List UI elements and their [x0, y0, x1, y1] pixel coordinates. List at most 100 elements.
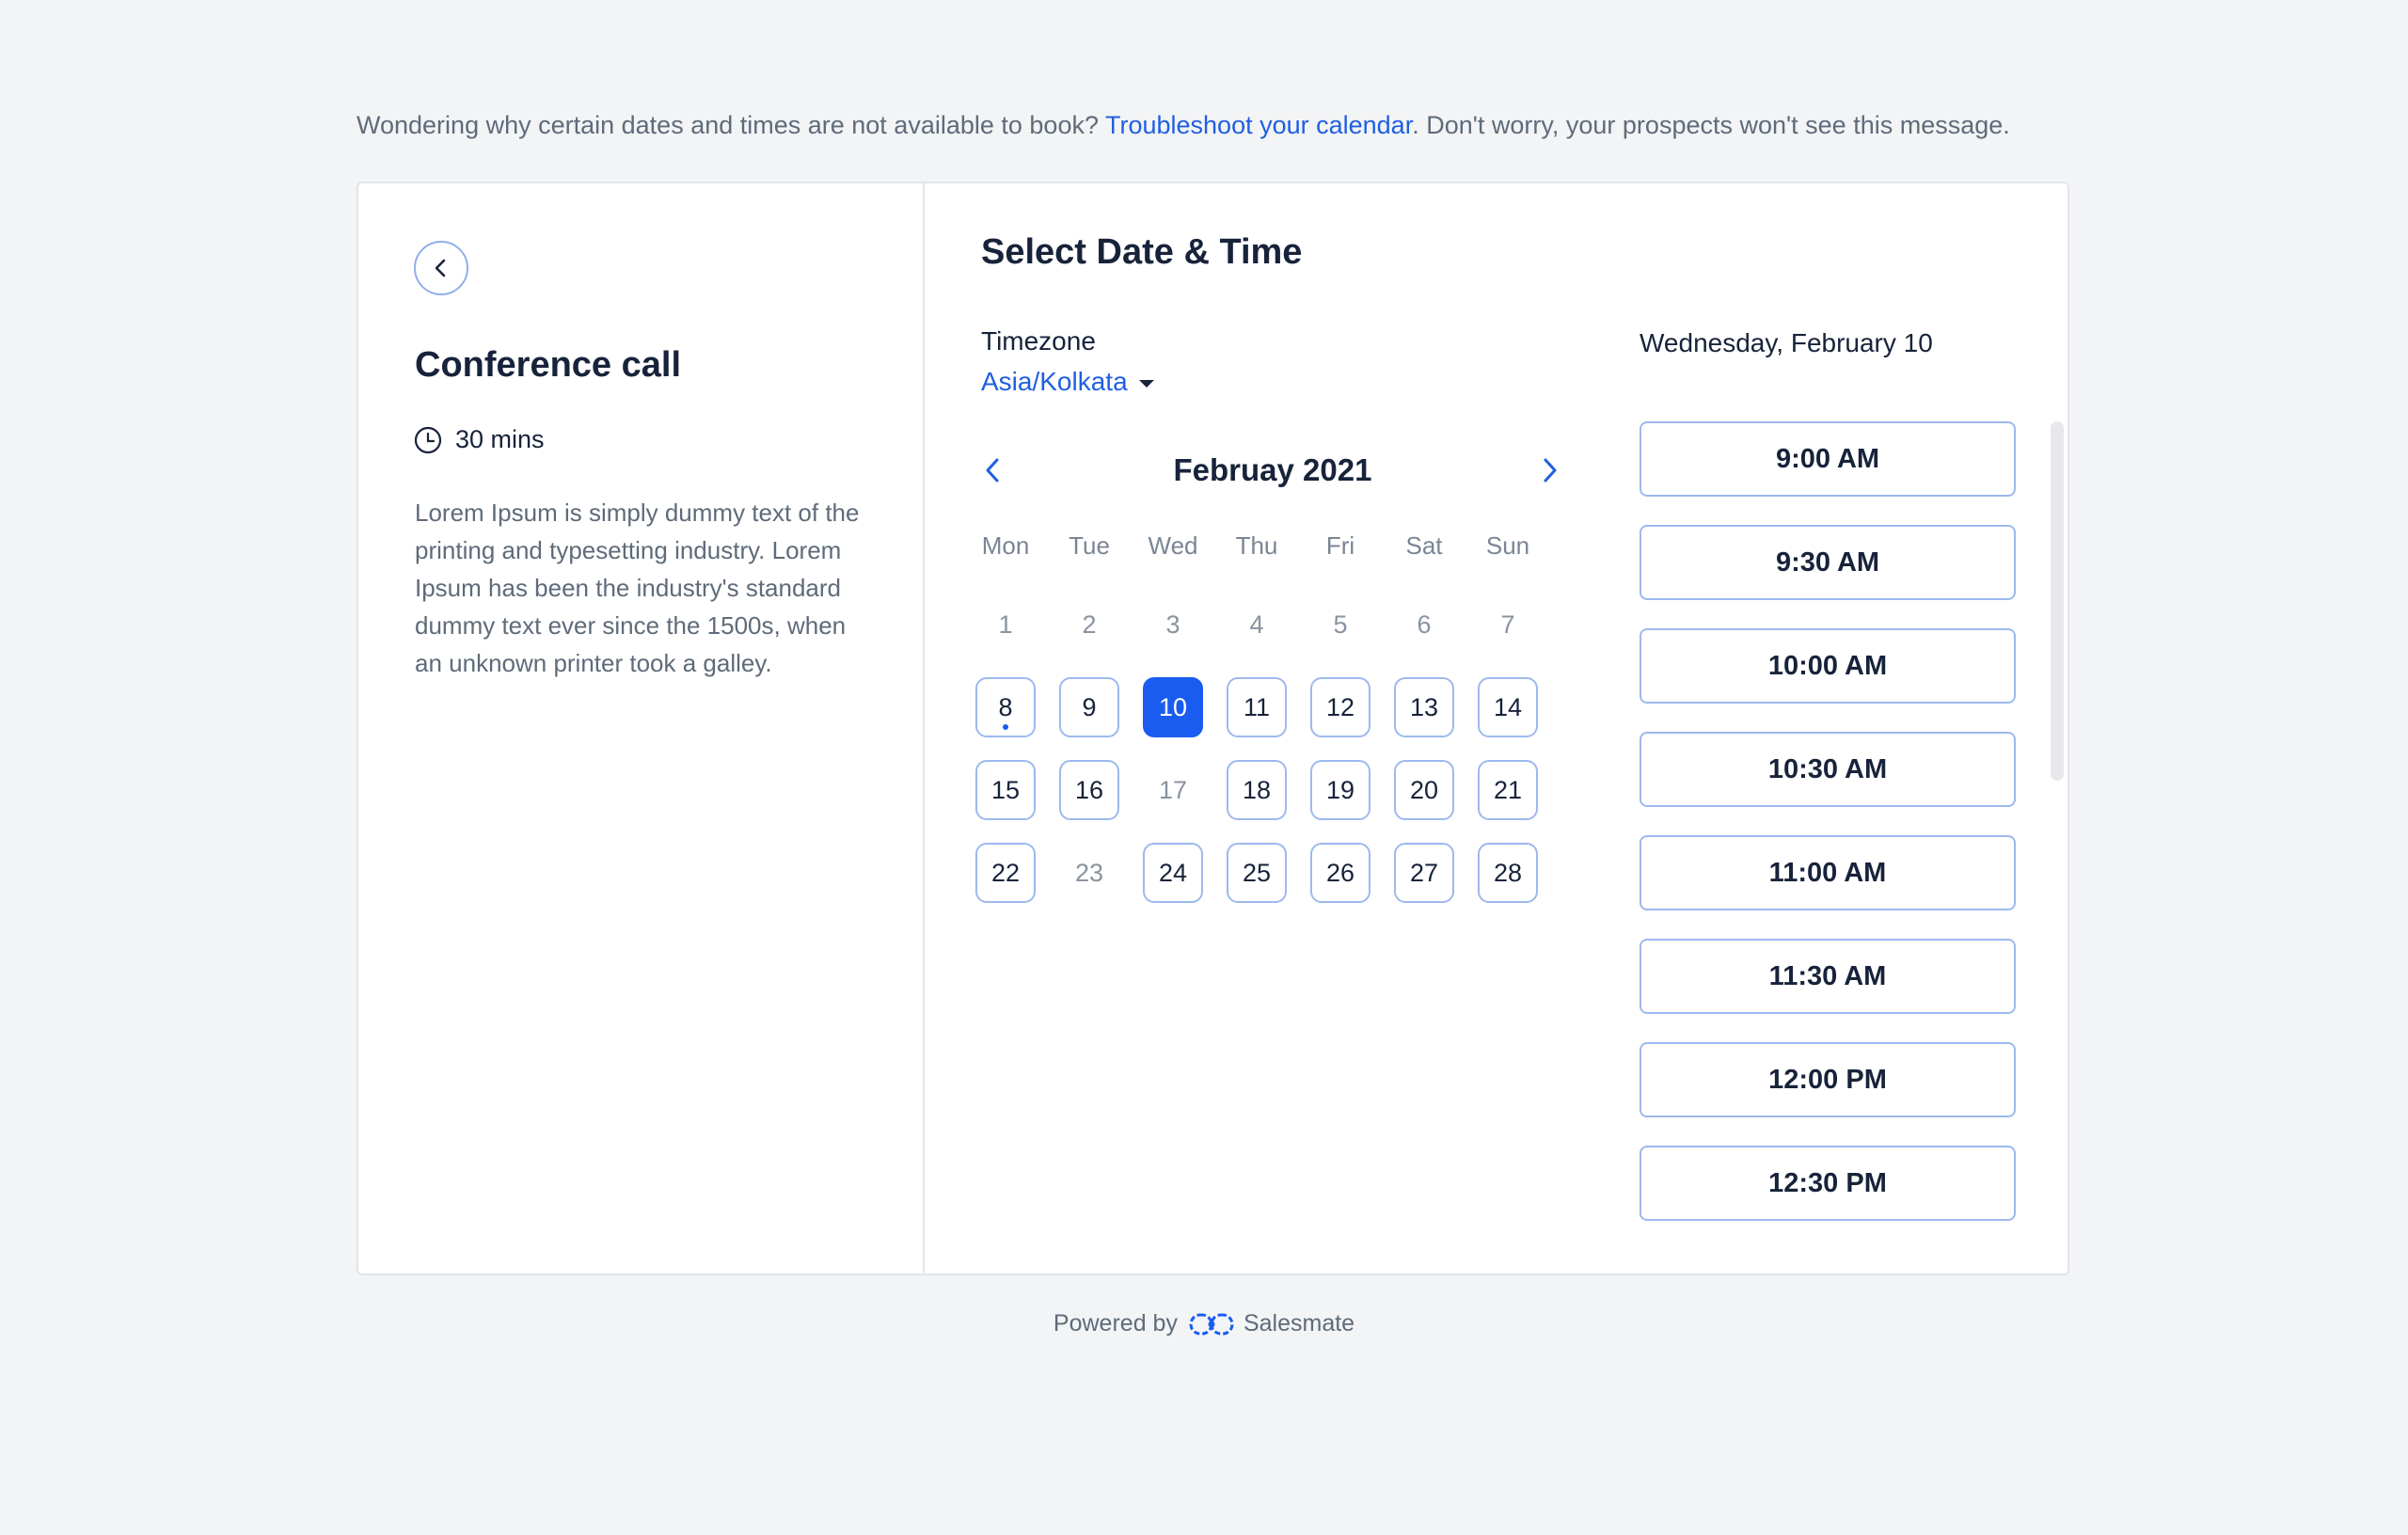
calendar-day-20[interactable]: 20 — [1394, 760, 1454, 820]
salesmate-brand[interactable]: Salesmate — [1189, 1310, 1354, 1337]
chevron-left-icon — [435, 259, 446, 277]
day-number: 19 — [1325, 775, 1355, 804]
notice-text-end: . Don't worry, your prospects won't see … — [1412, 111, 2010, 139]
time-slot-button[interactable]: 9:30 AM — [1640, 525, 2016, 600]
day-number: 25 — [1242, 858, 1272, 887]
calendar-day-15[interactable]: 15 — [975, 760, 1036, 820]
time-slot-button[interactable]: 11:00 AM — [1640, 835, 2016, 910]
calendar-day-14[interactable]: 14 — [1478, 677, 1538, 737]
day-number: 13 — [1409, 692, 1439, 721]
weekday-label: Wed — [1148, 531, 1198, 560]
calendar-day-3: 3 — [1143, 594, 1203, 655]
day-number: 15 — [990, 775, 1021, 804]
event-description: Lorem Ipsum is simply dummy text of the … — [415, 498, 860, 677]
calendar-day-22[interactable]: 22 — [975, 843, 1036, 903]
back-button[interactable] — [414, 241, 468, 295]
day-number: 28 — [1493, 858, 1523, 887]
calendar-day-18[interactable]: 18 — [1227, 760, 1287, 820]
time-slot-button[interactable]: 10:00 AM — [1640, 628, 2016, 704]
time-slot-button[interactable]: 11:30 AM — [1640, 939, 2016, 1014]
panel-divider — [923, 183, 925, 1274]
timezone-label: Timezone — [981, 326, 1096, 356]
weekday-label: Mon — [981, 531, 1030, 560]
weekday-label: Thu — [1235, 531, 1278, 560]
calendar-day-10[interactable]: 10 — [1143, 677, 1203, 737]
footer: Powered by Salesmate — [0, 1310, 2408, 1337]
day-number: 2 — [1082, 609, 1097, 639]
calendar-day-19[interactable]: 19 — [1310, 760, 1370, 820]
calendar-day-12[interactable]: 12 — [1310, 677, 1370, 737]
time-slot-button[interactable]: 12:00 PM — [1640, 1042, 2016, 1117]
calendar-day-23: 23 — [1059, 843, 1119, 903]
weekday-label: Sat — [1405, 531, 1443, 560]
calendar-day-13[interactable]: 13 — [1394, 677, 1454, 737]
calendar-day-25[interactable]: 25 — [1227, 843, 1287, 903]
time-slot-button[interactable]: 10:30 AM — [1640, 732, 2016, 807]
duration-label: 30 mins — [455, 425, 545, 453]
day-number: 24 — [1158, 858, 1188, 887]
booking-card: Conference call 30 mins Lorem Ipsum is s… — [356, 182, 2069, 1275]
event-title: Conference call — [415, 345, 681, 385]
day-number: 5 — [1333, 609, 1348, 639]
calendar-day-28[interactable]: 28 — [1478, 843, 1538, 903]
calendar-day-21[interactable]: 21 — [1478, 760, 1538, 820]
calendar-day-24[interactable]: 24 — [1143, 843, 1203, 903]
next-month-button[interactable] — [1530, 451, 1568, 489]
calendar-grid: 1 2 3 4 5 6 7 8 9 10 11 12 13 14 15 16 17 18 19 20 21 22 23 24 2… — [975, 594, 1561, 926]
calendar-day-16[interactable]: 16 — [1059, 760, 1119, 820]
day-number: 8 — [998, 692, 1013, 721]
day-number: 22 — [990, 858, 1021, 887]
calendar-day-4: 4 — [1227, 594, 1287, 655]
day-number: 6 — [1417, 609, 1432, 639]
powered-by-label: Powered by — [1053, 1310, 1178, 1337]
event-duration: 30 mins — [414, 425, 545, 454]
time-slot-button[interactable]: 12:30 PM — [1640, 1146, 2016, 1221]
day-number: 9 — [1082, 692, 1097, 721]
chevron-right-icon — [1544, 458, 1557, 483]
calendar-month-title: Februay 2021 — [1173, 452, 1372, 487]
calendar-day-8[interactable]: 8 — [975, 677, 1036, 737]
day-number: 21 — [1493, 775, 1523, 804]
day-number: 20 — [1409, 775, 1439, 804]
today-indicator-dot — [1003, 724, 1008, 730]
calendar-notice: Wondering why certain dates and times ar… — [356, 111, 2010, 140]
weekday-label: Tue — [1069, 531, 1110, 560]
time-slot-button[interactable]: 9:00 AM — [1640, 421, 2016, 497]
day-number: 27 — [1409, 858, 1439, 887]
time-slot-list: 9:00 AM 9:30 AM 10:00 AM 10:30 AM 11:00 AM 11… — [1640, 421, 2016, 1249]
brand-name: Salesmate — [1243, 1310, 1355, 1337]
day-number: 14 — [1493, 692, 1523, 721]
day-number: 12 — [1325, 692, 1355, 721]
calendar-day-17: 17 — [1143, 760, 1203, 820]
day-number: 4 — [1249, 609, 1264, 639]
calendar-day-7: 7 — [1478, 594, 1538, 655]
day-number: 1 — [998, 609, 1013, 639]
day-number: 17 — [1158, 775, 1188, 804]
salesmate-logo-icon — [1189, 1313, 1234, 1335]
calendar-day-26[interactable]: 26 — [1310, 843, 1370, 903]
calendar-day-11[interactable]: 11 — [1227, 677, 1287, 737]
caret-down-icon — [1138, 380, 1154, 388]
calendar-day-9[interactable]: 9 — [1059, 677, 1119, 737]
weekday-label: Fri — [1325, 531, 1355, 560]
day-number: 16 — [1074, 775, 1104, 804]
day-number: 18 — [1242, 775, 1272, 804]
day-number: 3 — [1165, 609, 1180, 639]
clock-icon — [414, 426, 442, 453]
day-number: 7 — [1500, 609, 1515, 639]
calendar-day-6: 6 — [1394, 594, 1454, 655]
troubleshoot-calendar-link[interactable]: Troubleshoot your calendar — [1105, 111, 1412, 139]
calendar-day-27[interactable]: 27 — [1394, 843, 1454, 903]
timezone-select[interactable]: Asia/Kolkata — [981, 367, 1154, 397]
day-number: 10 — [1158, 692, 1188, 721]
time-slots-scrollbar[interactable] — [2051, 421, 2064, 781]
calendar-day-1: 1 — [975, 594, 1036, 655]
weekday-header: Mon Tue Wed Thu Fri Sat Sun — [975, 531, 1561, 561]
selected-date-heading: Wednesday, February 10 — [1640, 328, 1933, 357]
select-date-time-heading: Select Date & Time — [981, 232, 1303, 272]
calendar-day-5: 5 — [1310, 594, 1370, 655]
weekday-label: Sun — [1485, 531, 1530, 560]
calendar-day-2: 2 — [1059, 594, 1119, 655]
timezone-value: Asia/Kolkata — [981, 367, 1128, 396]
day-number: 23 — [1074, 858, 1104, 887]
